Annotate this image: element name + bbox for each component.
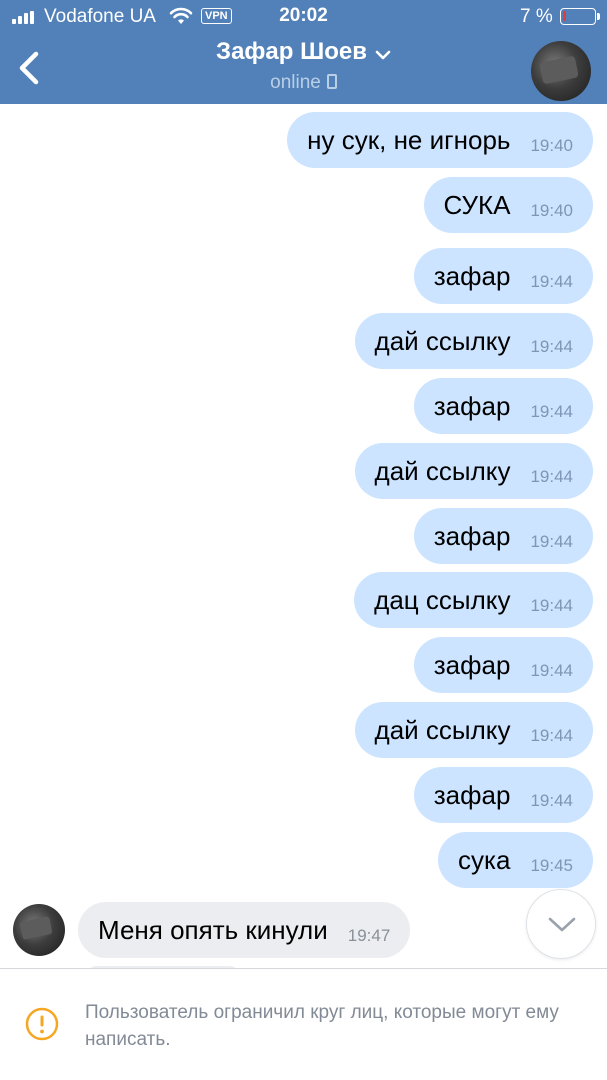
contact-status: online <box>0 72 607 94</box>
message-time: 19:40 <box>530 136 573 155</box>
outgoing-message[interactable]: дай ссылку 19:44 <box>354 313 593 369</box>
message-time: 19:44 <box>530 726 573 745</box>
battery-percent: 7 % <box>520 6 553 27</box>
scroll-to-bottom-button[interactable] <box>526 889 596 959</box>
outgoing-message[interactable]: дац ссылку 19:44 <box>354 572 593 628</box>
message-text: дай ссылку <box>374 455 511 486</box>
message-time: 19:44 <box>530 272 573 291</box>
message-time: 19:47 <box>347 926 391 945</box>
chevron-down-icon <box>548 917 576 932</box>
message-text: зафар <box>433 520 511 551</box>
message-text: зафар <box>433 390 511 421</box>
message-time: 19:44 <box>530 402 573 421</box>
contact-title[interactable]: Зафар Шоев <box>0 38 607 66</box>
outgoing-message[interactable]: сука 19:45 <box>438 832 593 888</box>
outgoing-message[interactable]: ну сук, не игнорь 19:40 <box>287 112 593 168</box>
message-text: дай ссылку <box>374 714 511 745</box>
message-time: 19:44 <box>530 661 573 680</box>
message-text: зафар <box>433 260 511 291</box>
message-time: 19:45 <box>530 856 573 875</box>
outgoing-message[interactable]: дай ссылку 19:44 <box>354 702 593 758</box>
status-time: 20:02 <box>279 5 328 26</box>
outgoing-message[interactable]: зафар 19:44 <box>413 637 593 693</box>
warning-icon <box>25 1007 59 1041</box>
message-time: 19:44 <box>530 467 573 486</box>
sender-avatar[interactable] <box>13 904 65 956</box>
mobile-phone-icon <box>326 74 337 89</box>
outgoing-message[interactable]: дай ссылку 19:44 <box>354 443 593 499</box>
battery-icon <box>560 8 600 25</box>
message-text: Меня опять кинули <box>98 914 328 945</box>
online-status: online <box>270 72 321 93</box>
contact-avatar[interactable] <box>531 41 591 101</box>
outgoing-message[interactable]: СУКА 19:40 <box>423 177 593 233</box>
chevron-down-icon <box>375 50 391 60</box>
message-time: 19:44 <box>530 596 573 615</box>
outgoing-message[interactable]: зафар 19:44 <box>413 248 593 304</box>
message-list[interactable]: ну сук, не игнорь 19:40 СУКА 19:40 зафар… <box>0 104 607 968</box>
message-time: 19:44 <box>530 337 573 356</box>
write-restriction-notice: Пользователь ограничил круг лиц, которые… <box>0 968 607 1080</box>
message-time: 19:44 <box>530 791 573 810</box>
message-text: зафар <box>433 649 511 680</box>
chat-header: Vodafone UA VPN 20:02 7 % Зафар Шоев onl… <box>0 0 607 104</box>
incoming-message[interactable]: Меня опять кинули 19:47 <box>78 902 411 958</box>
notice-text: Пользователь ограничил круг лиц, которые… <box>85 1002 559 1050</box>
message-text: дац ссылку <box>374 584 511 615</box>
status-bar: Vodafone UA VPN 20:02 7 % <box>0 0 607 34</box>
outgoing-message[interactable]: зафар 19:44 <box>413 508 593 564</box>
message-text: СУКА <box>443 189 511 220</box>
outgoing-message[interactable]: зафар 19:44 <box>413 378 593 434</box>
message-time: 19:44 <box>530 532 573 551</box>
message-text: сука <box>458 844 511 875</box>
outgoing-message[interactable]: зафар 19:44 <box>413 767 593 823</box>
message-text: зафар <box>433 779 511 810</box>
message-text: ну сук, не игнорь <box>307 124 511 155</box>
message-time: 19:40 <box>530 201 573 220</box>
contact-name: Зафар Шоев <box>216 38 367 65</box>
message-text: дай ссылку <box>374 325 511 356</box>
